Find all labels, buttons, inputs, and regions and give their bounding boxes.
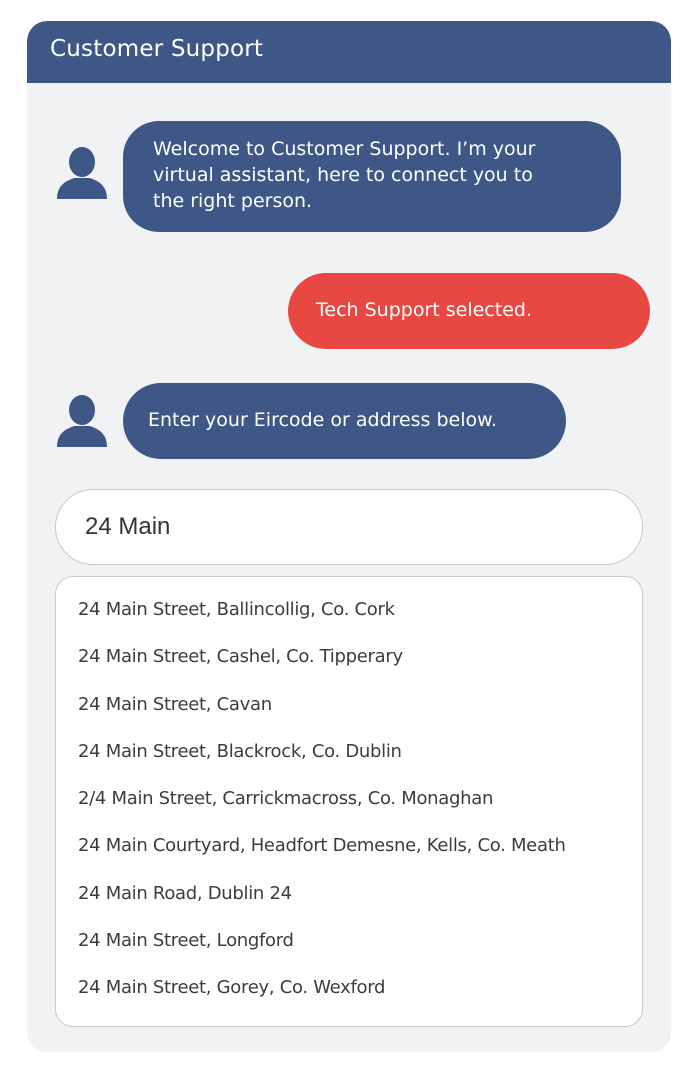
user-avatar-icon [54, 147, 110, 199]
message-line: virtual assistant, here to connect you t… [153, 164, 533, 186]
address-suggestion[interactable]: 24 Main Street, Ballincollig, Co. Cork [56, 595, 642, 642]
bot-message-welcome: Welcome to Customer Support. I’m your vi… [123, 121, 621, 232]
address-suggestion[interactable]: 24 Main Street, Cashel, Co. Tipperary [56, 642, 642, 689]
bot-message-prompt: Enter your Eircode or address below. [123, 383, 566, 459]
message-line: Welcome to Customer Support. I’m your [153, 138, 536, 160]
address-suggestions-dropdown: 24 Main Street, Ballincollig, Co. Cork 2… [55, 576, 643, 1027]
user-avatar-icon [54, 395, 110, 447]
address-suggestion[interactable]: 24 Main Street, Gorey, Co. Wexford [56, 973, 642, 1020]
chat-title: Customer Support [50, 36, 264, 62]
chat-widget: Customer Support Welcome to Customer Sup… [27, 21, 671, 1052]
user-message-selection: Tech Support selected. [288, 273, 650, 349]
chat-header: Customer Support [27, 21, 671, 83]
message-line: the right person. [153, 190, 313, 212]
address-suggestion[interactable]: 24 Main Street, Cavan [56, 690, 642, 737]
address-suggestion[interactable]: 24 Main Street, Blackrock, Co. Dublin [56, 737, 642, 784]
address-suggestion[interactable]: 2/4 Main Street, Carrickmacross, Co. Mon… [56, 784, 642, 831]
address-suggestion[interactable]: 24 Main Street, Longford [56, 926, 642, 973]
address-input[interactable] [55, 489, 643, 565]
address-suggestion[interactable]: 24 Main Courtyard, Headfort Demesne, Kel… [56, 831, 642, 878]
address-suggestion[interactable]: 24 Main Road, Dublin 24 [56, 879, 642, 926]
